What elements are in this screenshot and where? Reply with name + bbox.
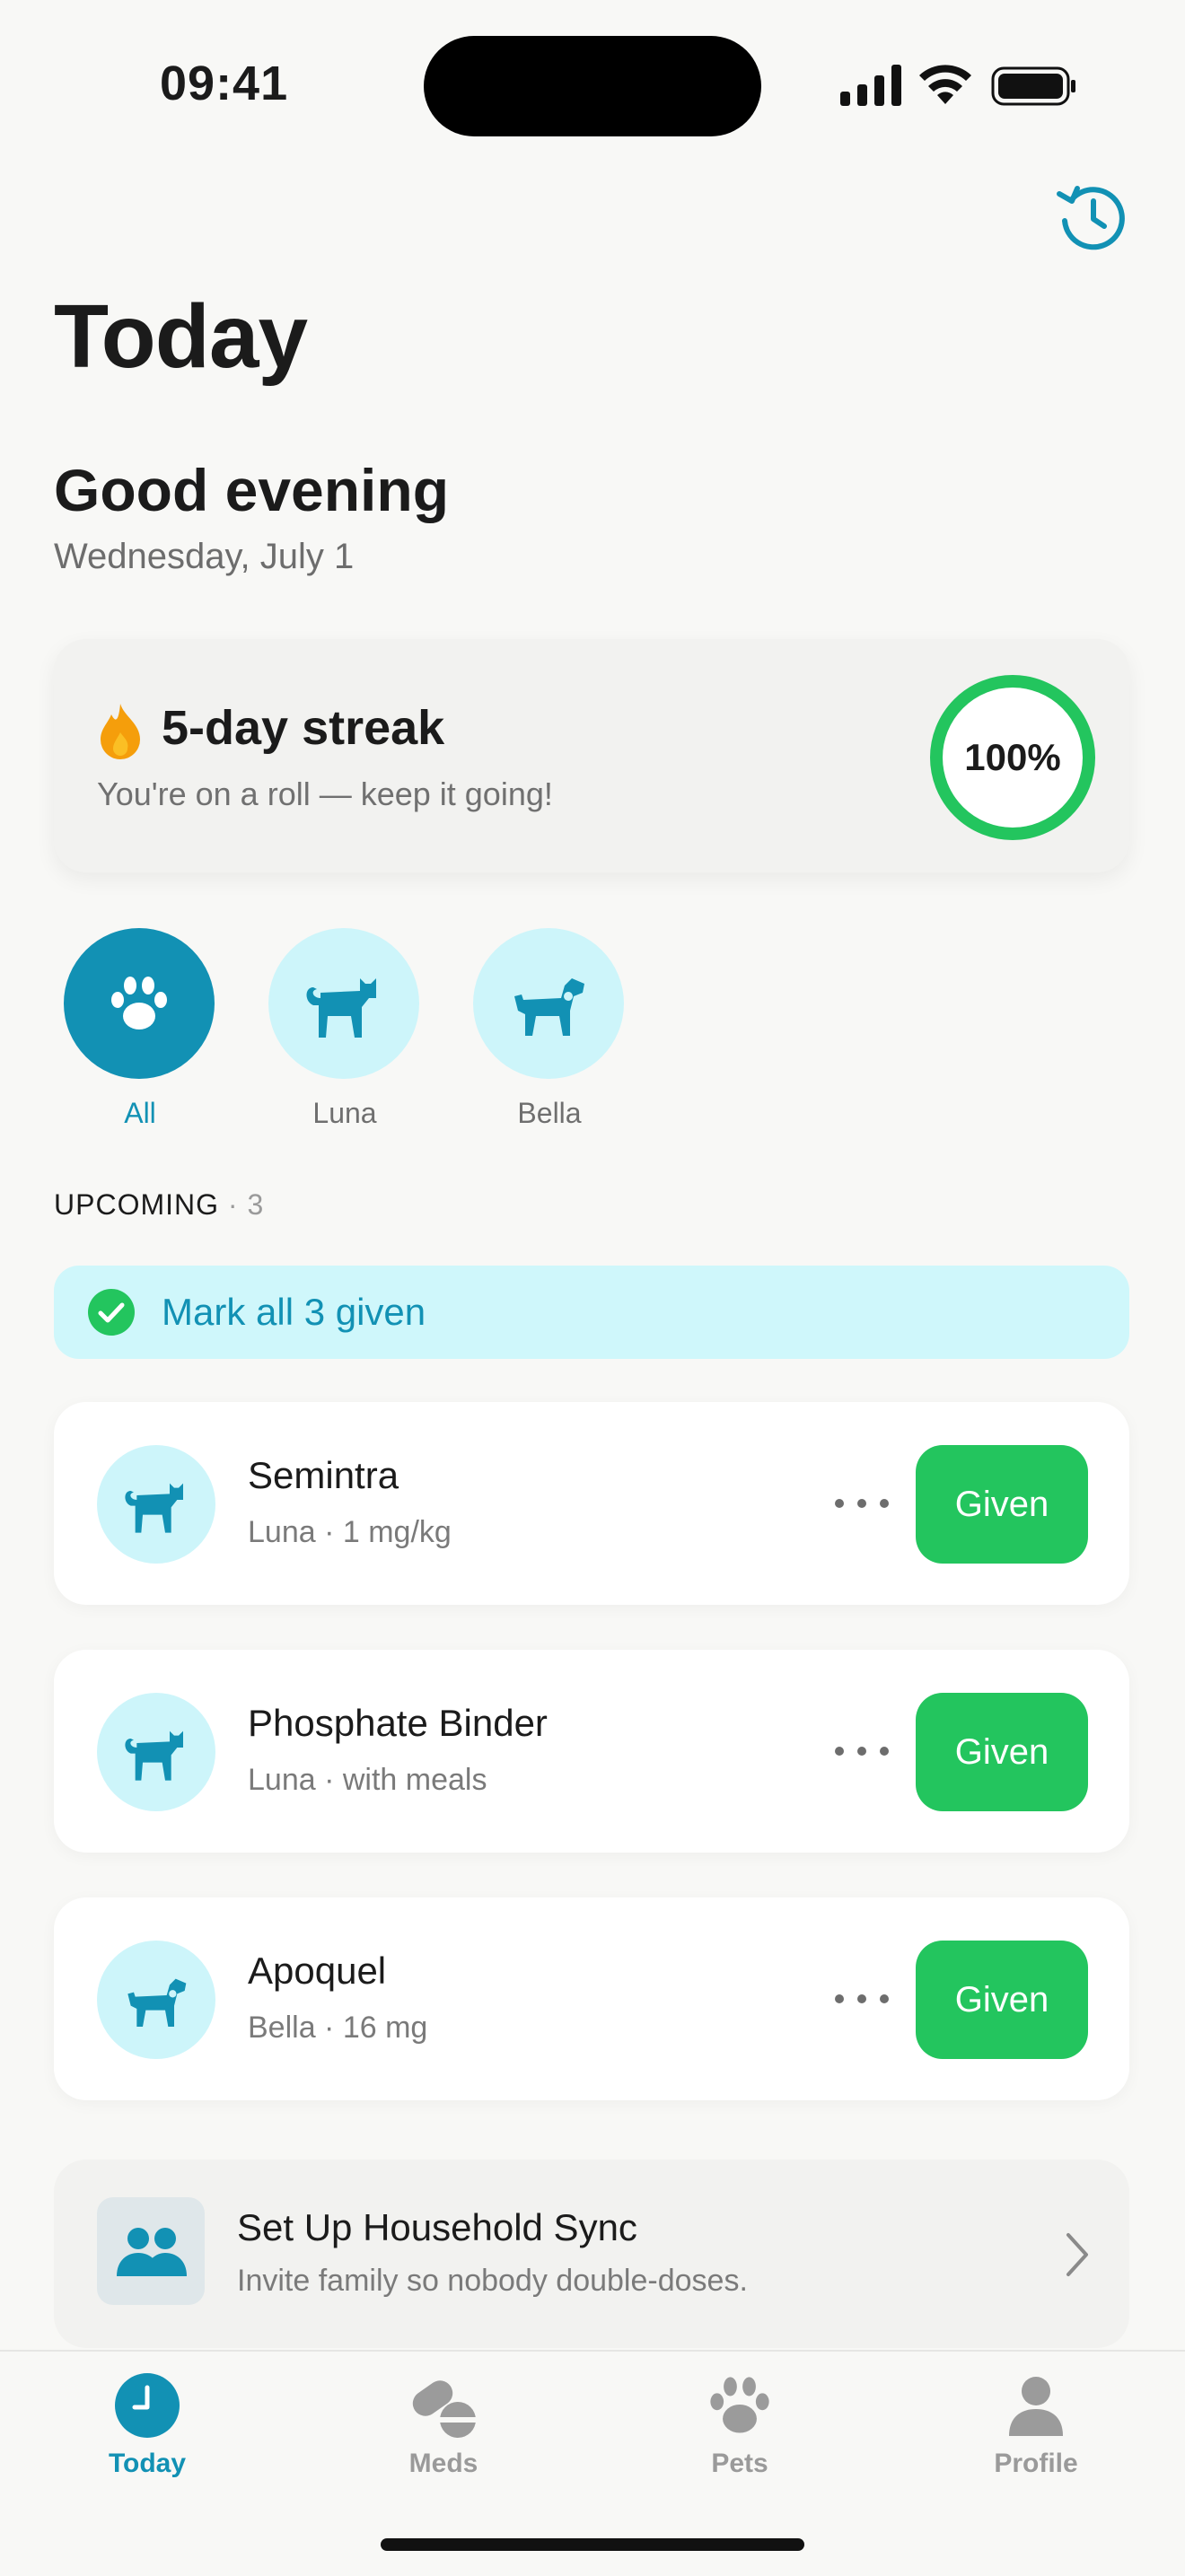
upcoming-label: UPCOMING xyxy=(54,1188,219,1221)
streak-title: 5-day streak xyxy=(162,701,445,755)
upcoming-section-label: UPCOMING · 3 xyxy=(54,1188,264,1222)
check-circle-icon xyxy=(88,1289,135,1336)
upcoming-separator: · xyxy=(227,1188,239,1221)
tab-label: Today xyxy=(108,2449,187,2478)
household-sync-card[interactable]: Set Up Household Sync Invite family so n… xyxy=(54,2160,1129,2348)
greeting-title: Good evening xyxy=(54,457,450,523)
tab-today[interactable]: Today xyxy=(57,2370,237,2479)
streak-percent: 100% xyxy=(964,736,1061,778)
dog-icon xyxy=(127,1978,187,2027)
cat-icon xyxy=(125,1483,183,1533)
wifi-icon xyxy=(919,65,971,104)
med-detail: Bella · 16 mg xyxy=(248,2011,428,2045)
tab-meds[interactable]: Meds xyxy=(354,2370,533,2479)
battery-icon xyxy=(991,66,1075,106)
tab-pets[interactable]: Pets xyxy=(650,2370,830,2479)
person-icon xyxy=(1009,2377,1063,2436)
pet-filter-bella[interactable]: Bella xyxy=(473,928,626,1130)
pet-filter-luna[interactable]: Luna xyxy=(268,928,421,1130)
pet-filter-label: Bella xyxy=(517,1097,582,1129)
tab-label: Profile xyxy=(994,2449,1078,2478)
mark-all-label: Mark all 3 given xyxy=(162,1291,426,1333)
upcoming-count: 3 xyxy=(247,1188,265,1221)
med-pet-avatar xyxy=(97,1941,215,2059)
pill-icon xyxy=(412,2380,476,2438)
streak-subtitle: You're on a roll — keep it going! xyxy=(97,775,553,812)
page-title: Today xyxy=(54,286,308,387)
med-card: Phosphate Binder Luna · with meals Given xyxy=(54,1650,1129,1853)
med-name: Phosphate Binder xyxy=(248,1702,548,1744)
tab-profile[interactable]: Profile xyxy=(946,2370,1126,2479)
home-indicator xyxy=(381,2538,804,2551)
med-detail: Luna · 1 mg/kg xyxy=(248,1515,452,1549)
dynamic-island xyxy=(424,36,761,136)
given-button[interactable]: Given xyxy=(916,1693,1088,1811)
pet-filter-all[interactable]: All xyxy=(64,928,216,1130)
history-clock-icon[interactable] xyxy=(1052,176,1133,257)
cat-icon xyxy=(125,1730,183,1781)
med-name: Semintra xyxy=(248,1454,399,1496)
more-options-icon[interactable] xyxy=(835,1481,889,1526)
paw-icon xyxy=(111,977,167,1030)
paw-icon xyxy=(710,2377,769,2433)
med-card: Apoquel Bella · 16 mg Given xyxy=(54,1897,1129,2100)
clock-icon xyxy=(115,2373,180,2438)
greeting-date: Wednesday, July 1 xyxy=(54,537,355,576)
flame-icon xyxy=(101,704,140,759)
med-name: Apoquel xyxy=(248,1950,387,1992)
chevron-right-icon xyxy=(1066,2233,1088,2276)
given-button[interactable]: Given xyxy=(916,1941,1088,2059)
more-options-icon[interactable] xyxy=(835,1976,889,2021)
med-pet-avatar xyxy=(97,1693,215,1811)
tab-label: Meds xyxy=(408,2449,478,2478)
med-card: Semintra Luna · 1 mg/kg Given xyxy=(54,1402,1129,1605)
more-options-icon[interactable] xyxy=(835,1729,889,1774)
tab-label: Pets xyxy=(711,2449,768,2478)
med-pet-avatar xyxy=(97,1445,215,1564)
pet-filter-label: Luna xyxy=(312,1097,377,1129)
household-icon-tile xyxy=(97,2197,205,2305)
mark-all-given-button[interactable]: Mark all 3 given xyxy=(54,1266,1129,1359)
household-title: Set Up Household Sync xyxy=(237,2206,637,2248)
cellular-signal-icon xyxy=(840,65,901,106)
status-time: 09:41 xyxy=(160,57,289,110)
household-subtitle: Invite family so nobody double-doses. xyxy=(237,2264,748,2298)
people-icon xyxy=(117,2228,187,2276)
given-button[interactable]: Given xyxy=(916,1445,1088,1564)
pet-filter-label: All xyxy=(124,1097,156,1129)
dog-icon xyxy=(514,978,584,1036)
cat-icon xyxy=(306,978,376,1038)
med-detail: Luna · with meals xyxy=(248,1763,487,1797)
